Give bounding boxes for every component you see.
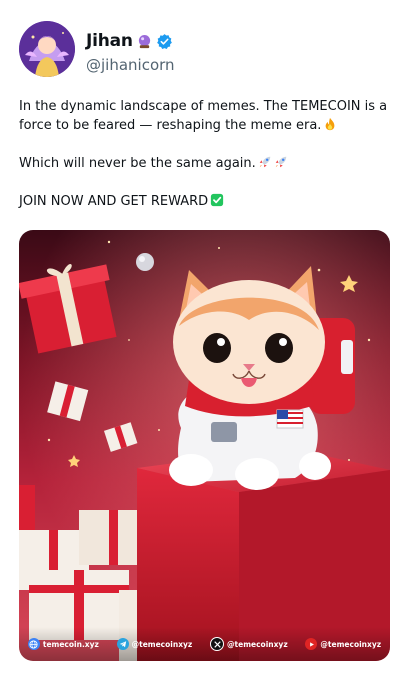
social-link-website[interactable]: temecoin.xyz (27, 638, 99, 650)
tweet-line-3: JOIN NOW AND GET REWARD (19, 192, 389, 211)
author-handle[interactable]: @jihanicorn (86, 56, 175, 74)
check-mark-icon (211, 193, 224, 207)
verified-badge-icon (156, 33, 172, 49)
globe-icon (27, 638, 40, 650)
social-link-x[interactable]: @temecoinxyz (210, 637, 288, 651)
rocket-icon (275, 156, 287, 168)
tweet-text: In the dynamic landscape of memes. The T… (19, 97, 389, 211)
telegram-icon (116, 638, 129, 650)
author-display-name[interactable]: Jihan (86, 31, 133, 51)
x-icon (210, 637, 225, 651)
author-name-row: Jihan (86, 31, 173, 51)
astronaut-cat-illustration (19, 230, 390, 661)
fire-icon (326, 117, 335, 131)
avatar-image (19, 21, 75, 77)
crystal-ball-icon (138, 34, 150, 48)
avatar[interactable] (19, 21, 75, 77)
social-links-bar: temecoin.xyz @temecoinxyz @temecoinxyz @… (19, 627, 390, 661)
youtube-icon (305, 638, 318, 650)
social-link-telegram[interactable]: @temecoinxyz (116, 638, 192, 650)
tweet-line-1: In the dynamic landscape of memes. The T… (19, 99, 388, 133)
tweet-line-2: Which will never be the same again. (19, 154, 389, 173)
tweet-media-image[interactable]: temecoin.xyz @temecoinxyz @temecoinxyz @… (19, 230, 390, 661)
social-link-youtube[interactable]: @temecoinxyz (305, 638, 381, 650)
rocket-icon (259, 156, 271, 168)
